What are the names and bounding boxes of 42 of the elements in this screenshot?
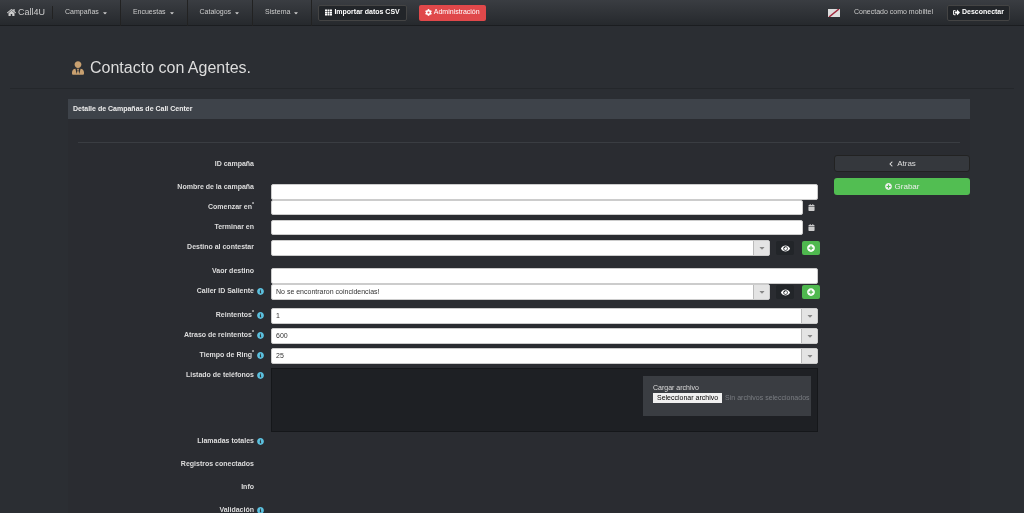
caret-icon — [805, 352, 814, 360]
select-field[interactable] — [271, 240, 770, 256]
text-input[interactable] — [271, 184, 818, 200]
home-icon — [7, 8, 16, 17]
plus-icon — [884, 183, 892, 190]
info-icon — [257, 311, 264, 319]
caret-icon — [101, 9, 108, 16]
calendar-icon[interactable] — [808, 204, 815, 211]
caret-icon — [757, 288, 766, 296]
brand-link[interactable]: Call4U — [0, 5, 53, 20]
info-icon — [257, 437, 264, 445]
view-button[interactable] — [776, 241, 794, 255]
caret-icon — [293, 9, 300, 16]
page-title: Contacto con Agentes. — [90, 58, 251, 78]
eye-icon — [780, 287, 790, 297]
back-button[interactable]: Atras — [834, 155, 970, 172]
plus-icon — [807, 288, 815, 296]
flag-icon — [827, 8, 840, 17]
logout-icon — [952, 9, 960, 16]
add-button[interactable] — [802, 285, 820, 299]
calendar-icon[interactable] — [808, 224, 815, 231]
info-icon — [257, 371, 264, 379]
info-icon — [257, 287, 264, 295]
grid-icon — [325, 9, 333, 16]
chevron-left-icon — [888, 160, 895, 167]
caret-icon — [234, 9, 241, 16]
plus-icon — [807, 244, 815, 252]
info-icon — [257, 331, 264, 339]
gear-icon — [424, 9, 432, 16]
eye-icon — [780, 243, 790, 253]
caret-icon — [757, 244, 766, 252]
date-input[interactable] — [271, 220, 803, 235]
caret-icon — [805, 312, 814, 320]
text-input[interactable] — [271, 268, 818, 284]
date-input[interactable] — [271, 200, 803, 215]
add-button[interactable] — [802, 241, 820, 255]
info-icon — [257, 506, 264, 513]
agent-icon — [72, 61, 84, 75]
view-button[interactable] — [776, 285, 794, 299]
info-icon — [257, 351, 264, 359]
caret-icon — [168, 9, 175, 16]
caret-icon — [805, 332, 814, 340]
